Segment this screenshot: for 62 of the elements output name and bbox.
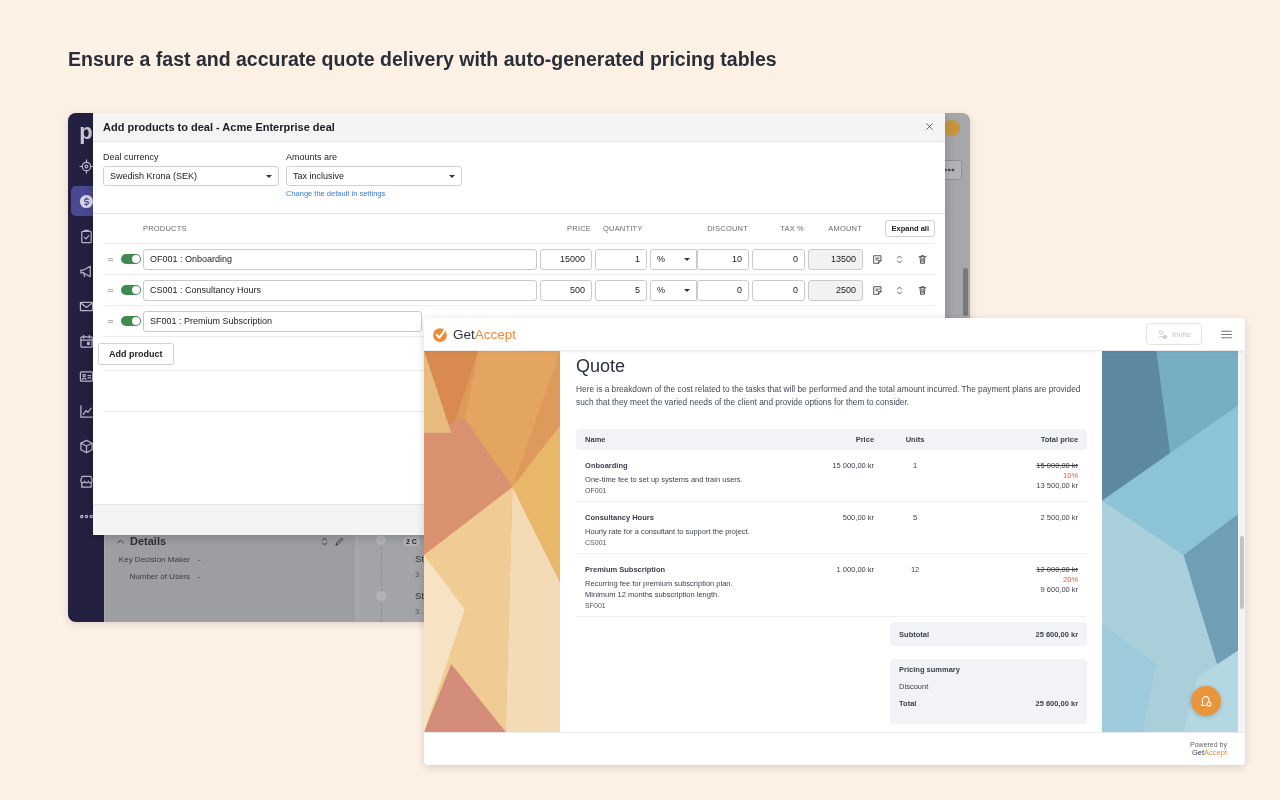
amount-field: 13500 [808,248,863,270]
sort-icon [319,535,330,547]
close-icon [924,121,935,132]
field-value: - [198,555,202,564]
timeline-title: St [415,590,424,601]
add-person-icon [1156,328,1168,340]
timeline-dot [376,535,386,545]
discount-field[interactable]: 10 [697,248,749,270]
discount-type-dropdown[interactable]: % [650,279,697,301]
chart-icon [78,403,94,419]
scrollbar[interactable] [963,268,968,316]
tax-field[interactable]: 0 [752,279,805,301]
calendar-icon [78,333,94,349]
amount-field: 2500 [808,279,863,301]
trash-icon [917,284,928,296]
panel-title: Details [130,535,167,547]
field-label: Deal currency [103,152,160,162]
price-field[interactable]: 500 [540,279,592,301]
clipboard-icon [78,228,94,244]
timeline-title: St [415,553,424,564]
contact-card-icon [78,368,94,384]
pencil-icon [334,535,345,547]
intro-text: Here is a breakdown of the cost related to the tasks that will be performed and the total amount incurred. The payment plans are provided such that they meet the varied needs of the client and provide options for them to consider. [576,383,1082,409]
timeline-dot [376,591,386,601]
headline: Ensure a fast and accurate quote delivery with auto-generated pricing tables [68,48,777,71]
discount-field[interactable]: 0 [697,279,749,301]
app-logo: p [79,118,93,146]
store-icon [78,473,94,489]
price-field[interactable]: 15000 [540,248,592,270]
toggle-switch[interactable] [121,254,141,264]
toggle-switch[interactable] [121,316,141,326]
check-logo-icon [432,325,449,343]
drag-handle-icon [106,256,115,262]
dollar-icon [78,193,94,209]
product-field[interactable]: CS001 : Consultancy Hours [143,279,537,301]
field-label: Number of Users [128,572,190,581]
field-value: - [198,572,202,581]
product-field[interactable]: SF001 : Premium Subscription [143,310,422,332]
tax-field[interactable]: 0 [752,248,805,270]
target-icon [78,158,94,174]
tax-dropdown[interactable]: Tax inclusive [286,166,462,186]
page-title: Quote [576,356,627,377]
box-icon [78,438,94,454]
brand-logo: GetAccept [453,326,518,342]
dialog-title: Add products to deal - Acme Enterprise deal [103,121,336,133]
drag-handle-icon [106,318,115,324]
add-product-button[interactable]: Add product [98,343,174,365]
chat-icon [1199,694,1213,708]
megaphone-icon [78,263,94,279]
drag-handle-icon [106,287,115,293]
note-icon [871,284,883,296]
scrollbar[interactable] [1238,351,1245,732]
toggle-switch[interactable] [121,285,141,295]
quantity-field[interactable]: 1 [595,248,647,270]
trash-icon [917,253,928,265]
discount-type-dropdown[interactable]: % [650,248,697,270]
currency-dropdown[interactable]: Swedish Krona (SEK) [103,166,279,186]
quantity-field[interactable]: 5 [595,279,647,301]
field-label: Key Decision Maker [117,555,190,564]
product-field[interactable]: OF001 : Onboarding [143,248,537,270]
field-label: Amounts are [286,152,339,162]
note-icon [871,253,883,265]
